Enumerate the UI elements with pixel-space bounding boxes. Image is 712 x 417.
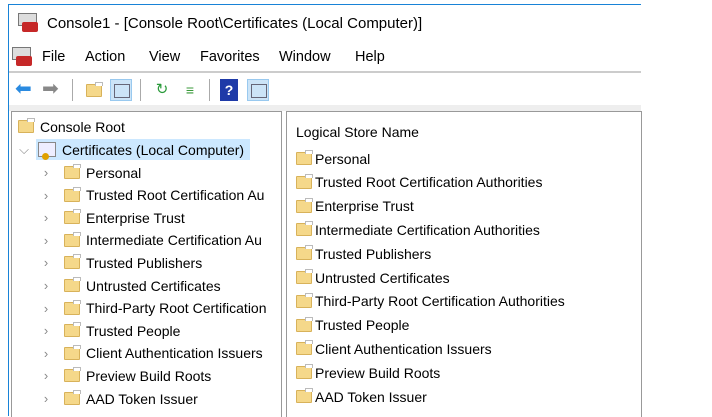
list-item[interactable]: AAD Token Issuer: [296, 386, 427, 407]
system-menu-icon[interactable]: [11, 47, 33, 67]
folder-icon: [64, 299, 81, 315]
list-item[interactable]: Trusted People: [296, 315, 409, 336]
folder-icon: [296, 245, 313, 261]
tree-item[interactable]: › Third-Party Root Certification: [38, 298, 267, 319]
menu-help[interactable]: Help: [355, 49, 385, 65]
list-item[interactable]: Client Authentication Issuers: [296, 338, 492, 359]
tree-item[interactable]: › Untrusted Certificates: [38, 275, 221, 296]
menu-favorites[interactable]: Favorites: [200, 49, 260, 65]
menu-action[interactable]: Action: [85, 49, 125, 65]
tree-item[interactable]: › Trusted People: [38, 320, 180, 341]
export-list-icon[interactable]: ≡: [179, 79, 201, 101]
folder-icon: [64, 390, 81, 405]
tree-item[interactable]: › Enterprise Trust: [38, 207, 185, 228]
chevron-right-icon[interactable]: ›: [38, 210, 54, 225]
folder-icon: [296, 221, 313, 237]
chevron-right-icon[interactable]: ›: [38, 323, 54, 338]
title-bar: Console1 - [Console Root\Certificates (L…: [9, 5, 641, 39]
console-tree: Console Root ⌵ Certificates (Local Comput…: [11, 111, 282, 417]
chevron-right-icon[interactable]: ›: [38, 278, 54, 293]
list-item[interactable]: Preview Build Roots: [296, 362, 440, 383]
chevron-right-icon[interactable]: ›: [38, 346, 54, 361]
forward-icon[interactable]: ➡: [42, 79, 64, 101]
menu-window[interactable]: Window: [279, 49, 331, 65]
folder-icon: [64, 209, 81, 225]
results-pane: Logical Store Name Personal Trusted Root …: [286, 111, 642, 417]
tree-item-console-root[interactable]: Console Root: [18, 116, 125, 137]
list-item[interactable]: Third-Party Root Certification Authoriti…: [296, 291, 565, 312]
menu-view[interactable]: View: [149, 49, 180, 65]
list-item[interactable]: Trusted Root Certification Authorities: [296, 172, 542, 193]
chevron-right-icon[interactable]: ›: [38, 188, 54, 203]
folder-icon: [64, 344, 81, 360]
menu-bar: File Action View Favorites Window Help: [9, 43, 641, 73]
up-one-level-icon[interactable]: [83, 79, 105, 101]
folder-icon: [64, 186, 81, 202]
show-hide-action-pane-icon[interactable]: [247, 79, 269, 101]
window-title: Console1 - [Console Root\Certificates (L…: [47, 15, 423, 32]
list-item[interactable]: Intermediate Certification Authorities: [296, 219, 540, 240]
list-item[interactable]: Untrusted Certificates: [296, 267, 450, 288]
folder-icon: [296, 388, 313, 403]
back-icon[interactable]: ⬅: [15, 79, 37, 101]
chevron-right-icon[interactable]: ›: [38, 255, 54, 270]
menu-file[interactable]: File: [42, 49, 65, 65]
folder-icon: [296, 197, 313, 213]
list-item[interactable]: Trusted Publishers: [296, 243, 431, 264]
folder-icon: [296, 364, 313, 380]
tree-item[interactable]: › Preview Build Roots: [38, 365, 211, 386]
folder-icon: [64, 277, 81, 292]
folder-icon: [296, 292, 313, 308]
list-item[interactable]: Enterprise Trust: [296, 196, 414, 217]
folder-icon: [296, 173, 313, 189]
list-item[interactable]: Personal: [296, 148, 370, 169]
folder-icon: [64, 231, 81, 247]
toolbar: ⬅ ➡ ↻ ≡ ?: [9, 73, 641, 107]
tree-item[interactable]: › Intermediate Certification Au: [38, 230, 262, 251]
chevron-right-icon[interactable]: ›: [38, 301, 54, 316]
folder-icon: [64, 367, 81, 383]
folder-icon: [296, 269, 313, 284]
mmc-window: Console1 - [Console Root\Certificates (L…: [8, 4, 642, 417]
show-hide-console-tree-icon[interactable]: [110, 79, 132, 101]
folder-icon: [64, 254, 81, 270]
help-icon[interactable]: ?: [220, 79, 238, 101]
folder-icon: [18, 118, 35, 133]
mmc-app-icon: [17, 13, 39, 33]
tree-item[interactable]: › AAD Token Issuer: [38, 388, 198, 409]
tree-item[interactable]: › Trusted Root Certification Au: [38, 185, 264, 206]
folder-icon: [64, 322, 81, 338]
chevron-down-icon[interactable]: ⌵: [16, 142, 32, 158]
column-header-logical-store-name[interactable]: Logical Store Name: [296, 121, 419, 142]
folder-icon: [64, 164, 81, 179]
chevron-right-icon[interactable]: ›: [38, 368, 54, 383]
tree-item[interactable]: › Client Authentication Issuers: [38, 343, 263, 364]
folder-icon: [296, 340, 313, 356]
tree-item-certificates[interactable]: Certificates (Local Computer): [36, 139, 251, 160]
chevron-right-icon[interactable]: ›: [38, 391, 54, 406]
chevron-right-icon[interactable]: ›: [38, 233, 54, 248]
chevron-right-icon[interactable]: ›: [38, 165, 54, 180]
folder-icon: [296, 150, 313, 165]
tree-item[interactable]: › Personal: [38, 162, 141, 183]
certificate-icon: [38, 142, 56, 160]
tree-item[interactable]: › Trusted Publishers: [38, 252, 202, 273]
folder-icon: [296, 316, 313, 332]
refresh-icon[interactable]: ↻: [151, 79, 173, 101]
